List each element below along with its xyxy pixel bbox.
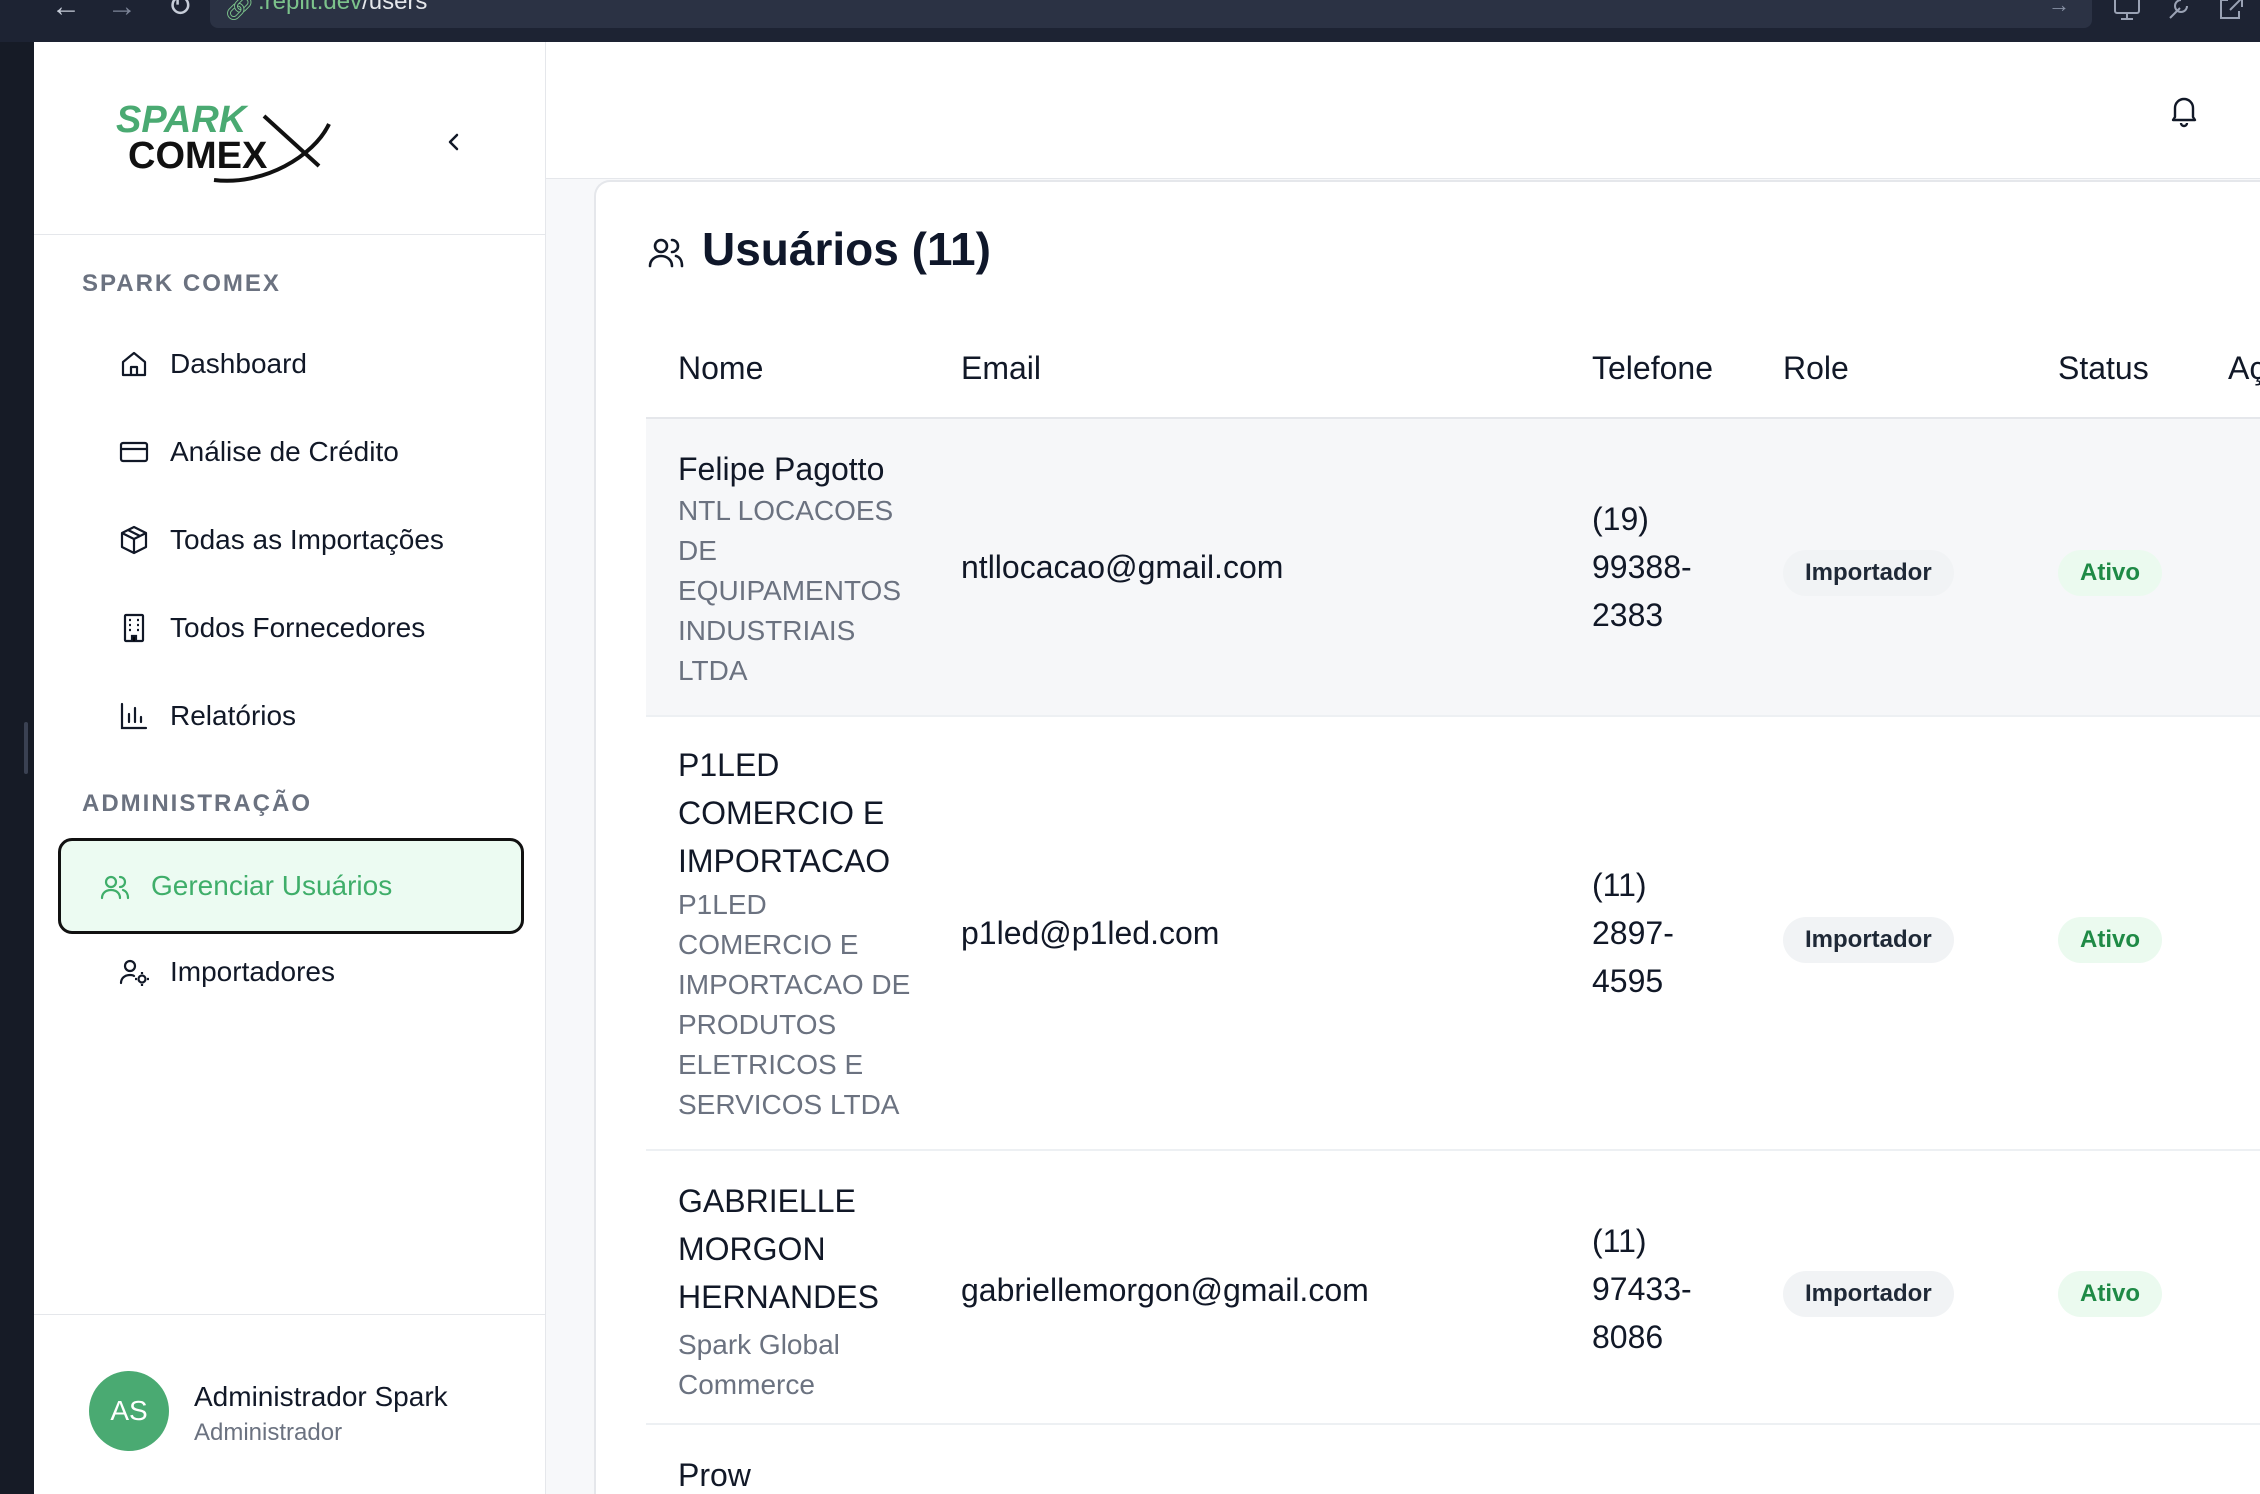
address-bar[interactable]: 🔗︎ .replit.dev/users → [210, 0, 2092, 28]
url-path: /users [362, 0, 428, 15]
section-title-admin: ADMINISTRAÇÃO [82, 790, 312, 817]
forward-icon[interactable]: → [102, 0, 142, 22]
building-icon [123, 613, 145, 643]
user-name: Felipe Pagotto [678, 451, 885, 487]
url-host: .replit.dev [258, 0, 363, 15]
spark-comex-logo: SPARK COMEX [116, 99, 331, 183]
profile-name: Administrador Spark [194, 1381, 448, 1412]
column-header-role[interactable]: Role [1783, 350, 1849, 387]
chevron-left-icon [448, 133, 459, 151]
user-profile[interactable]: AS Administrador Spark Administrador [34, 1314, 546, 1494]
sidebar: SPARK COMEX SPARK COMEX Dashboard Anális… [34, 42, 546, 1494]
user-phone: (11) 97433-8086 [1592, 1223, 1692, 1355]
user-email: gabriellemorgon@gmail.com [961, 1272, 1369, 1308]
users-card: Usuários (11) Nome Email Telefone Role S… [594, 180, 2260, 1494]
table-row[interactable]: GABRIELLE MORGON HERNANDES Spark Global … [646, 1151, 2260, 1425]
sidebar-item-analise-credito[interactable]: Análise de Crédito [58, 408, 522, 496]
resize-handle[interactable] [24, 722, 28, 774]
sidebar-item-fornecedores[interactable]: Todos Fornecedores [58, 584, 522, 672]
back-icon[interactable]: ← [46, 0, 86, 22]
status-badge: Ativo [2058, 1271, 2162, 1317]
logo-area: SPARK COMEX [34, 42, 546, 235]
collapse-sidebar-button[interactable] [434, 122, 474, 162]
package-icon [120, 525, 148, 555]
user-company: P1LED COMERCIO E IMPORTACAO DE PRODUTOS … [678, 889, 911, 1120]
status-badge: Ativo [2058, 550, 2162, 596]
users-icon [648, 238, 684, 268]
profile-role: Administrador [194, 1419, 343, 1446]
sidebar-item-gerenciar-usuarios[interactable]: Gerenciar Usuários [58, 838, 524, 934]
sidebar-item-label: Análise de Crédito [170, 436, 399, 467]
sidebar-item-importadores[interactable]: Importadores [58, 928, 522, 1016]
link-icon: 🔗︎ [224, 0, 255, 22]
table-row[interactable]: Prow [646, 1425, 2260, 1494]
user-company: Spark Global Commerce [678, 1329, 840, 1400]
sidebar-item-label: Gerenciar Usuários [151, 870, 393, 901]
sidebar-item-label: Todas as Importações [170, 524, 444, 555]
sidebar-item-label: Relatórios [170, 700, 297, 731]
window-edge [0, 42, 34, 1494]
monitor-icon[interactable] [2112, 0, 2142, 22]
column-header-status[interactable]: Status [2058, 350, 2149, 387]
sidebar-item-relatorios[interactable]: Relatórios [58, 672, 522, 760]
user-cog-icon [119, 959, 149, 986]
user-name: P1LED COMERCIO E IMPORTACAO [678, 747, 891, 879]
table-row[interactable]: Felipe Pagotto NTL LOCACOES DE EQUIPAMEN… [646, 419, 2260, 717]
column-header-email[interactable]: Email [961, 350, 1041, 387]
top-header [546, 42, 2260, 179]
svg-text:COMEX: COMEX [128, 135, 268, 177]
wrench-icon[interactable] [2164, 0, 2194, 22]
credit-card-icon [119, 441, 149, 463]
browser-toolbar: ← → ↻ 🔗︎ .replit.dev/users → [0, 0, 2260, 42]
table-row[interactable]: P1LED COMERCIO E IMPORTACAO P1LED COMERC… [646, 717, 2260, 1151]
reload-icon[interactable]: ↻ [160, 0, 200, 22]
user-email: p1led@p1led.com [961, 915, 1220, 951]
bell-icon[interactable] [2166, 92, 2202, 128]
users-icon [100, 875, 130, 900]
page-title: Usuários (11) [702, 223, 991, 275]
sidebar-item-importacoes[interactable]: Todas as Importações [58, 496, 522, 584]
home-icon [121, 351, 147, 377]
user-name: GABRIELLE MORGON HERNANDES [678, 1183, 879, 1315]
column-header-telefone[interactable]: Telefone [1592, 350, 1713, 387]
sidebar-item-label: Dashboard [170, 348, 307, 379]
sidebar-item-dashboard[interactable]: Dashboard [58, 320, 522, 408]
column-header-nome[interactable]: Nome [678, 350, 763, 387]
section-title-main: SPARK COMEX [82, 270, 281, 297]
user-phone: (11) 2897-4595 [1592, 867, 1674, 999]
user-company: NTL LOCACOES DE EQUIPAMENTOS INDUSTRIAIS… [678, 495, 902, 686]
user-name: Prow [678, 1457, 751, 1493]
avatar: AS [89, 1371, 169, 1451]
user-email: ntllocacao@gmail.com [961, 549, 1284, 585]
sidebar-item-label: Todos Fornecedores [170, 612, 426, 643]
role-badge: Importador [1783, 550, 1954, 596]
role-badge: Importador [1783, 1271, 1954, 1317]
external-link-icon[interactable] [2216, 0, 2246, 22]
status-badge: Ativo [2058, 917, 2162, 963]
sidebar-item-label: Importadores [170, 956, 335, 987]
go-icon[interactable]: → [2048, 0, 2070, 18]
user-phone: (19) 99388-2383 [1592, 501, 1692, 633]
bar-chart-icon [120, 702, 148, 730]
column-header-acoes[interactable]: Aç [2228, 350, 2260, 387]
role-badge: Importador [1783, 917, 1954, 963]
